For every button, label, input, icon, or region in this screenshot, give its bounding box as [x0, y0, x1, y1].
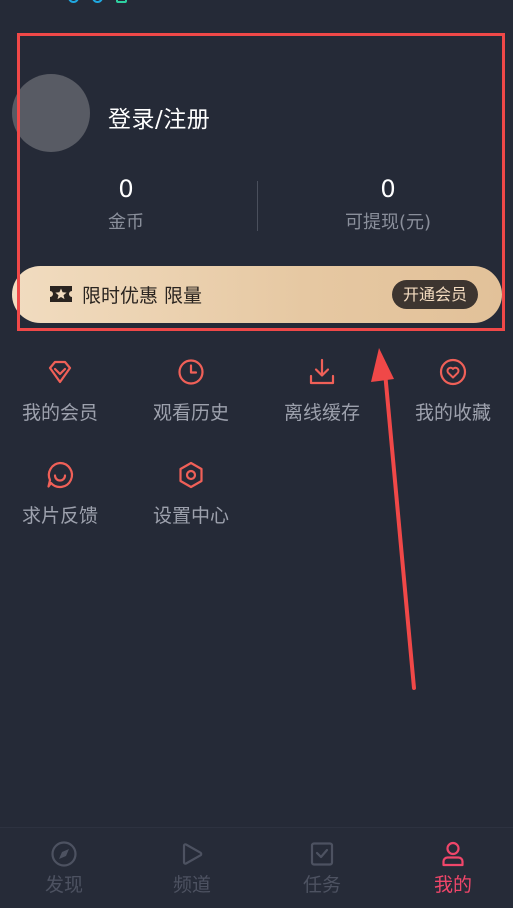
nav-tab-discover[interactable]: 发现: [0, 840, 128, 897]
menu-item-label: 观看历史: [152, 402, 229, 424]
menu-item-label: 我的收藏: [414, 402, 491, 424]
menu-item-label: 求片反馈: [21, 505, 98, 527]
cash-value: 0: [380, 175, 396, 203]
stats-divider: [257, 181, 258, 231]
status-app-icon: [116, 0, 127, 3]
coins-value: 0: [118, 175, 134, 203]
nav-tab-channels[interactable]: 频道: [128, 840, 256, 897]
menu-item-label: 我的会员: [21, 402, 98, 424]
ticket-star-icon: [50, 286, 72, 302]
nav-tab-label: 频道: [172, 874, 211, 896]
status-circle-icon: [68, 0, 79, 3]
nav-tab-label: 任务: [302, 874, 341, 896]
heart-icon: [439, 358, 467, 386]
menu-item-offline-cache[interactable]: 离线缓存: [262, 357, 382, 425]
bottom-navigation-bar: 发现 频道 任务 我的: [0, 827, 513, 908]
avatar[interactable]: [12, 74, 90, 152]
menu-item-history[interactable]: 观看历史: [131, 357, 251, 425]
menu-item-request-feedback[interactable]: 求片反馈: [0, 460, 120, 528]
download-icon: [309, 358, 335, 385]
coins-stat[interactable]: 0 金币: [26, 174, 226, 234]
nav-tab-label: 我的: [433, 874, 472, 896]
status-circle-icon: [92, 0, 103, 3]
clock-icon: [178, 359, 204, 385]
coins-label: 金币: [108, 212, 144, 233]
smile-bubble-icon: [47, 461, 74, 489]
settings-hex-icon: [179, 461, 203, 489]
nav-tab-label: 发现: [44, 874, 83, 896]
compass-icon: [51, 841, 77, 867]
open-vip-button[interactable]: 开通会员: [391, 280, 478, 309]
menu-item-favorites[interactable]: 我的收藏: [393, 357, 513, 425]
status-bar-icons: [50, 0, 150, 3]
menu-item-label: 设置中心: [152, 505, 229, 527]
menu-item-vip[interactable]: 我的会员: [0, 357, 120, 425]
menu-item-settings[interactable]: 设置中心: [131, 460, 251, 528]
vip-promo-banner[interactable]: 限时优惠 限量 开通会员: [12, 266, 502, 323]
task-check-icon: [310, 842, 334, 866]
cash-stat[interactable]: 0 可提现(元): [288, 174, 488, 234]
user-icon: [442, 841, 464, 867]
cash-label: 可提现(元): [344, 212, 432, 233]
play-icon: [182, 843, 203, 865]
nav-tab-tasks[interactable]: 任务: [258, 840, 386, 897]
vip-promo-text: 限时优惠 限量: [82, 285, 203, 307]
login-register-link[interactable]: 登录/注册: [108, 100, 210, 134]
menu-item-label: 离线缓存: [283, 402, 360, 424]
nav-tab-mine[interactable]: 我的: [389, 840, 513, 897]
diamond-icon: [48, 360, 72, 384]
